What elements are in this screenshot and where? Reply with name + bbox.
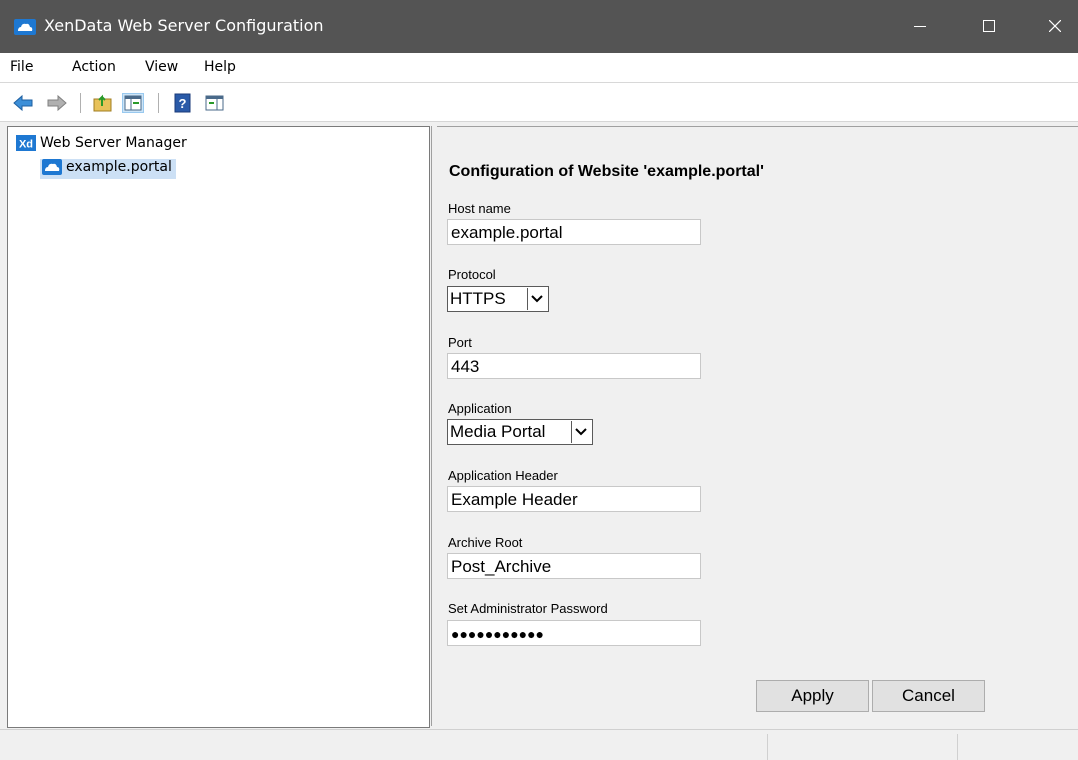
application-dropdown-button[interactable] [571, 421, 591, 443]
back-button[interactable] [12, 93, 34, 113]
up-one-level-button[interactable] [92, 93, 114, 113]
maximize-button[interactable] [966, 0, 1012, 53]
status-bar [0, 729, 1078, 760]
menu-file[interactable]: File [10, 59, 33, 75]
svg-text:?: ? [179, 96, 187, 111]
up-folder-icon [93, 94, 112, 112]
protocol-select[interactable]: HTTPS [447, 286, 549, 312]
application-label: Application [448, 401, 512, 416]
host-name-input[interactable]: example.portal [447, 219, 701, 245]
archive-root-input[interactable]: Post_Archive [447, 553, 701, 579]
chevron-down-icon [575, 428, 587, 436]
help-button[interactable]: ? [172, 93, 194, 113]
application-header-input[interactable]: Example Header [447, 486, 701, 512]
chevron-down-icon [531, 295, 543, 303]
application-select[interactable]: Media Portal [447, 419, 593, 445]
menu-action[interactable]: Action [72, 59, 116, 75]
menu-view[interactable]: View [145, 59, 178, 75]
application-value: Media Portal [450, 422, 546, 441]
show-hide-action-pane-button[interactable] [204, 93, 226, 113]
toolbar-separator [158, 93, 159, 113]
minimize-icon [914, 26, 926, 27]
protocol-dropdown-button[interactable] [527, 288, 547, 310]
close-button[interactable] [1032, 0, 1078, 53]
toolbar-separator [80, 93, 81, 113]
admin-password-input[interactable]: ●●●●●●●●●●● [447, 620, 701, 646]
minimize-button[interactable] [897, 0, 943, 53]
status-separator [767, 734, 768, 760]
xendata-logo-icon: Xd [16, 135, 36, 151]
tree-node-example-portal[interactable]: example.portal [40, 159, 176, 179]
admin-password-label: Set Administrator Password [448, 601, 608, 616]
show-hide-tree-icon [124, 95, 142, 111]
status-separator [957, 734, 958, 760]
maximize-icon [983, 20, 995, 32]
cloud-icon [42, 159, 62, 175]
configuration-pane: Configuration of Website 'example.portal… [437, 126, 1078, 727]
forward-arrow-icon [47, 94, 67, 112]
menu-help[interactable]: Help [204, 59, 236, 75]
tree-node-web-server-manager[interactable]: Xd Web Server Manager [16, 135, 187, 151]
tree-node-label: example.portal [66, 159, 172, 175]
host-name-label: Host name [448, 201, 511, 216]
window-title: XenData Web Server Configuration [44, 16, 324, 35]
protocol-value: HTTPS [450, 289, 506, 308]
title-bar: XenData Web Server Configuration [0, 0, 1078, 53]
form-title: Configuration of Website 'example.portal… [449, 163, 764, 180]
archive-root-label: Archive Root [448, 535, 523, 550]
apply-button[interactable]: Apply [756, 680, 869, 712]
protocol-label: Protocol [448, 267, 496, 282]
menu-bar: File Action View Help [0, 53, 1078, 83]
cloud-app-icon [14, 19, 36, 35]
port-label: Port [448, 335, 472, 350]
tree-node-label: Web Server Manager [40, 135, 187, 151]
forward-button[interactable] [46, 93, 68, 113]
application-header-label: Application Header [448, 468, 558, 483]
close-icon [1049, 20, 1061, 32]
console-tree: Xd Web Server Manager example.portal [7, 126, 430, 728]
toolbar: ? [0, 83, 1078, 122]
back-arrow-icon [13, 94, 33, 112]
svg-text:Xd: Xd [19, 139, 33, 151]
cancel-button[interactable]: Cancel [872, 680, 985, 712]
port-input[interactable]: 443 [447, 353, 701, 379]
action-pane-icon [205, 95, 224, 111]
help-icon: ? [174, 93, 191, 113]
show-hide-console-tree-button[interactable] [122, 93, 144, 113]
